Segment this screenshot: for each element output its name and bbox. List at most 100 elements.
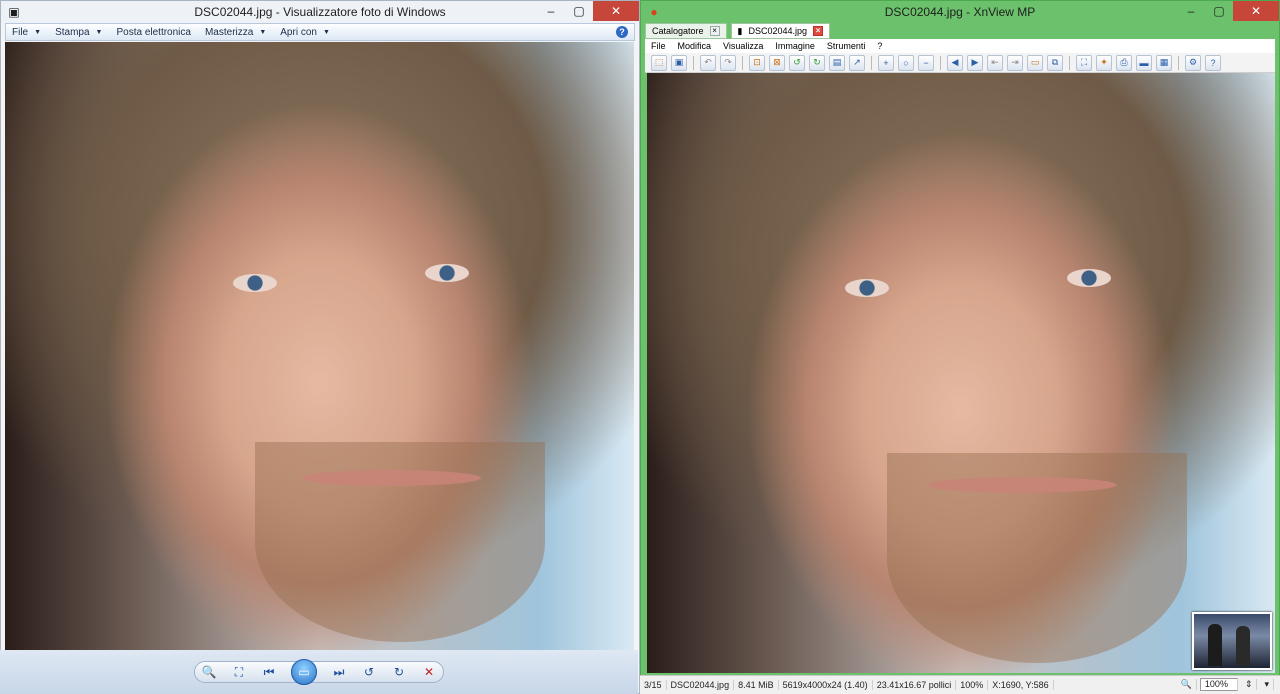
tab-catalogatore[interactable]: Catalogatore × bbox=[645, 23, 727, 39]
wpv-controls-pill: 🔍 ⛶ ⏮ ▭ ⏭ ↺ ↻ ✕ bbox=[194, 659, 444, 685]
maximize-icon[interactable]: ▢ bbox=[1205, 1, 1233, 21]
next-icon[interactable]: ▶ bbox=[967, 54, 983, 71]
toolbar-separator bbox=[871, 55, 872, 70]
menu-help[interactable]: ? bbox=[877, 41, 882, 51]
help-icon[interactable]: ? bbox=[616, 26, 628, 38]
status-dimensions: 5619x4000x24 (1.40) bbox=[779, 680, 873, 690]
fullscreen-icon[interactable]: ⛶ bbox=[1076, 54, 1092, 71]
zoom-stepper-icon[interactable]: ⇕ bbox=[1241, 679, 1258, 690]
status-index: 3/15 bbox=[640, 680, 667, 690]
photo-left-eye bbox=[845, 279, 889, 297]
menu-file[interactable]: File ▼ bbox=[12, 27, 41, 38]
rotate-right-icon[interactable]: ↻ bbox=[809, 54, 825, 71]
delete-icon[interactable]: ✕ bbox=[421, 664, 437, 680]
close-icon[interactable]: ✕ bbox=[1233, 1, 1279, 21]
status-filesize: 8.41 MiB bbox=[734, 680, 779, 690]
toolbar-separator bbox=[742, 55, 743, 70]
tab-close-icon[interactable]: × bbox=[813, 26, 824, 36]
menu-file[interactable]: File bbox=[651, 41, 666, 51]
close-icon[interactable]: ✕ bbox=[593, 1, 639, 21]
zoom-icon[interactable]: 🔍 bbox=[201, 664, 217, 680]
xnview-tabs: Catalogatore × ▮ DSC02044.jpg × bbox=[645, 23, 831, 39]
photo-viewer-icon: ▣ bbox=[8, 5, 20, 19]
menu-strumenti[interactable]: Strumenti bbox=[827, 41, 866, 51]
photo-right-eye bbox=[425, 264, 469, 282]
xnview-image-canvas[interactable] bbox=[647, 73, 1275, 673]
crop-icon[interactable]: ⊡ bbox=[749, 54, 765, 71]
chevron-down-icon: ▼ bbox=[259, 28, 267, 36]
menu-masterizza[interactable]: Masterizza ▼ bbox=[205, 27, 266, 38]
wallpaper-icon[interactable]: ▦ bbox=[1156, 54, 1172, 71]
thumbnail-figure bbox=[1236, 626, 1250, 666]
fit-window-icon[interactable]: ⛶ bbox=[231, 664, 247, 680]
xnview-window-controls: – ▢ ✕ bbox=[1177, 1, 1279, 21]
resize-icon[interactable]: ⊠ bbox=[769, 54, 785, 71]
status-filename: DSC02044.jpg bbox=[667, 680, 735, 690]
slideshow-icon[interactable]: ▭ bbox=[1027, 54, 1043, 71]
photo-right-eye bbox=[1067, 269, 1111, 287]
menu-apri-con[interactable]: Apri con ▼ bbox=[280, 27, 330, 38]
xnview-title: DSC02044.jpg - XnView MP bbox=[884, 5, 1036, 19]
toolbar-separator bbox=[1178, 55, 1179, 70]
xnview-menubar: File Modifica Visualizza Immagine Strume… bbox=[645, 39, 1275, 53]
wpv-titlebar[interactable]: ▣ DSC02044.jpg - Visualizzatore foto di … bbox=[1, 1, 639, 23]
effects-icon[interactable]: ✦ bbox=[1096, 54, 1112, 71]
rotate-left-icon[interactable]: ↺ bbox=[361, 664, 377, 680]
photo-left-eye bbox=[233, 274, 277, 292]
chevron-down-icon: ▼ bbox=[34, 28, 42, 36]
previous-icon[interactable]: ⏮ bbox=[261, 664, 277, 680]
toolbar-separator bbox=[693, 55, 694, 70]
photo-mouth bbox=[927, 477, 1117, 493]
zoom-in-icon[interactable]: + bbox=[878, 54, 894, 71]
help-icon[interactable]: ? bbox=[1205, 54, 1221, 71]
adjust-icon[interactable]: ▤ bbox=[829, 54, 845, 71]
menu-stampa[interactable]: Stampa ▼ bbox=[55, 27, 102, 38]
xnview-statusbar: 3/15 DSC02044.jpg 8.41 MiB 5619x4000x24 … bbox=[640, 675, 1280, 694]
status-zoom: 100% bbox=[956, 680, 989, 690]
menu-visualizza[interactable]: Visualizza bbox=[723, 41, 763, 51]
histogram-icon[interactable]: ↗ bbox=[849, 54, 865, 71]
xnview-titlebar[interactable]: ● DSC02044.jpg - XnView MP – ▢ ✕ bbox=[641, 1, 1279, 23]
tab-close-icon[interactable]: × bbox=[709, 26, 720, 36]
scanner-icon[interactable]: ▬ bbox=[1136, 54, 1152, 71]
wpv-window-controls: – ▢ ✕ bbox=[537, 1, 639, 21]
compare-icon[interactable]: ⧉ bbox=[1047, 54, 1063, 71]
previous-icon[interactable]: ◀ bbox=[947, 54, 963, 71]
film-icon: ▮ bbox=[737, 25, 743, 36]
zoom-menu-icon[interactable]: ▾ bbox=[1260, 679, 1274, 690]
status-cursor-position: X:1690, Y:586 bbox=[988, 680, 1054, 690]
minimize-icon[interactable]: – bbox=[537, 1, 565, 21]
toolbar-separator bbox=[1069, 55, 1070, 70]
zoom-fit-icon[interactable]: ○ bbox=[898, 54, 914, 71]
undo-icon[interactable]: ↶ bbox=[700, 54, 716, 71]
tab-dsc02044[interactable]: ▮ DSC02044.jpg × bbox=[730, 23, 831, 39]
zoom-out-icon[interactable]: − bbox=[918, 54, 934, 71]
wpv-image-canvas[interactable] bbox=[5, 42, 634, 650]
slideshow-icon[interactable]: ▭ bbox=[291, 659, 317, 685]
wpv-menubar: File ▼ Stampa ▼ Posta elettronica Masteriz… bbox=[5, 23, 635, 41]
xnview-logo-icon: ● bbox=[650, 5, 658, 19]
menu-posta-elettronica[interactable]: Posta elettronica bbox=[116, 27, 191, 38]
first-image-icon[interactable]: ⇤ bbox=[987, 54, 1003, 71]
print-icon[interactable]: ⎙ bbox=[1116, 54, 1132, 71]
settings-icon[interactable]: ⚙ bbox=[1185, 54, 1201, 71]
menu-immagine[interactable]: Immagine bbox=[775, 41, 815, 51]
thumbnail-figure bbox=[1208, 624, 1222, 666]
rotate-left-icon[interactable]: ↺ bbox=[789, 54, 805, 71]
maximize-icon[interactable]: ▢ bbox=[565, 1, 593, 21]
menu-modifica[interactable]: Modifica bbox=[678, 41, 712, 51]
navigator-thumbnail[interactable] bbox=[1192, 612, 1272, 670]
minimize-icon[interactable]: – bbox=[1177, 1, 1205, 21]
toolbar-separator bbox=[940, 55, 941, 70]
photo-mouth bbox=[301, 470, 481, 486]
rotate-right-icon[interactable]: ↻ bbox=[391, 664, 407, 680]
next-icon[interactable]: ⏭ bbox=[331, 664, 347, 680]
zoom-input[interactable]: 100% bbox=[1199, 678, 1238, 691]
redo-icon[interactable]: ↷ bbox=[720, 54, 736, 71]
browser-icon[interactable]: ⬚ bbox=[651, 54, 667, 71]
xnview-toolbar: ⬚ ▣ ↶ ↷ ⊡ ⊠ ↺ ↻ ▤ ↗ + ○ − ◀ ▶ ⇤ ⇥ ▭ ⧉ ⛶ … bbox=[645, 53, 1275, 73]
chevron-down-icon: ▼ bbox=[322, 28, 330, 36]
zoom-icon[interactable]: 🔍 bbox=[1177, 679, 1197, 690]
save-icon[interactable]: ▣ bbox=[671, 54, 687, 71]
last-image-icon[interactable]: ⇥ bbox=[1007, 54, 1023, 71]
